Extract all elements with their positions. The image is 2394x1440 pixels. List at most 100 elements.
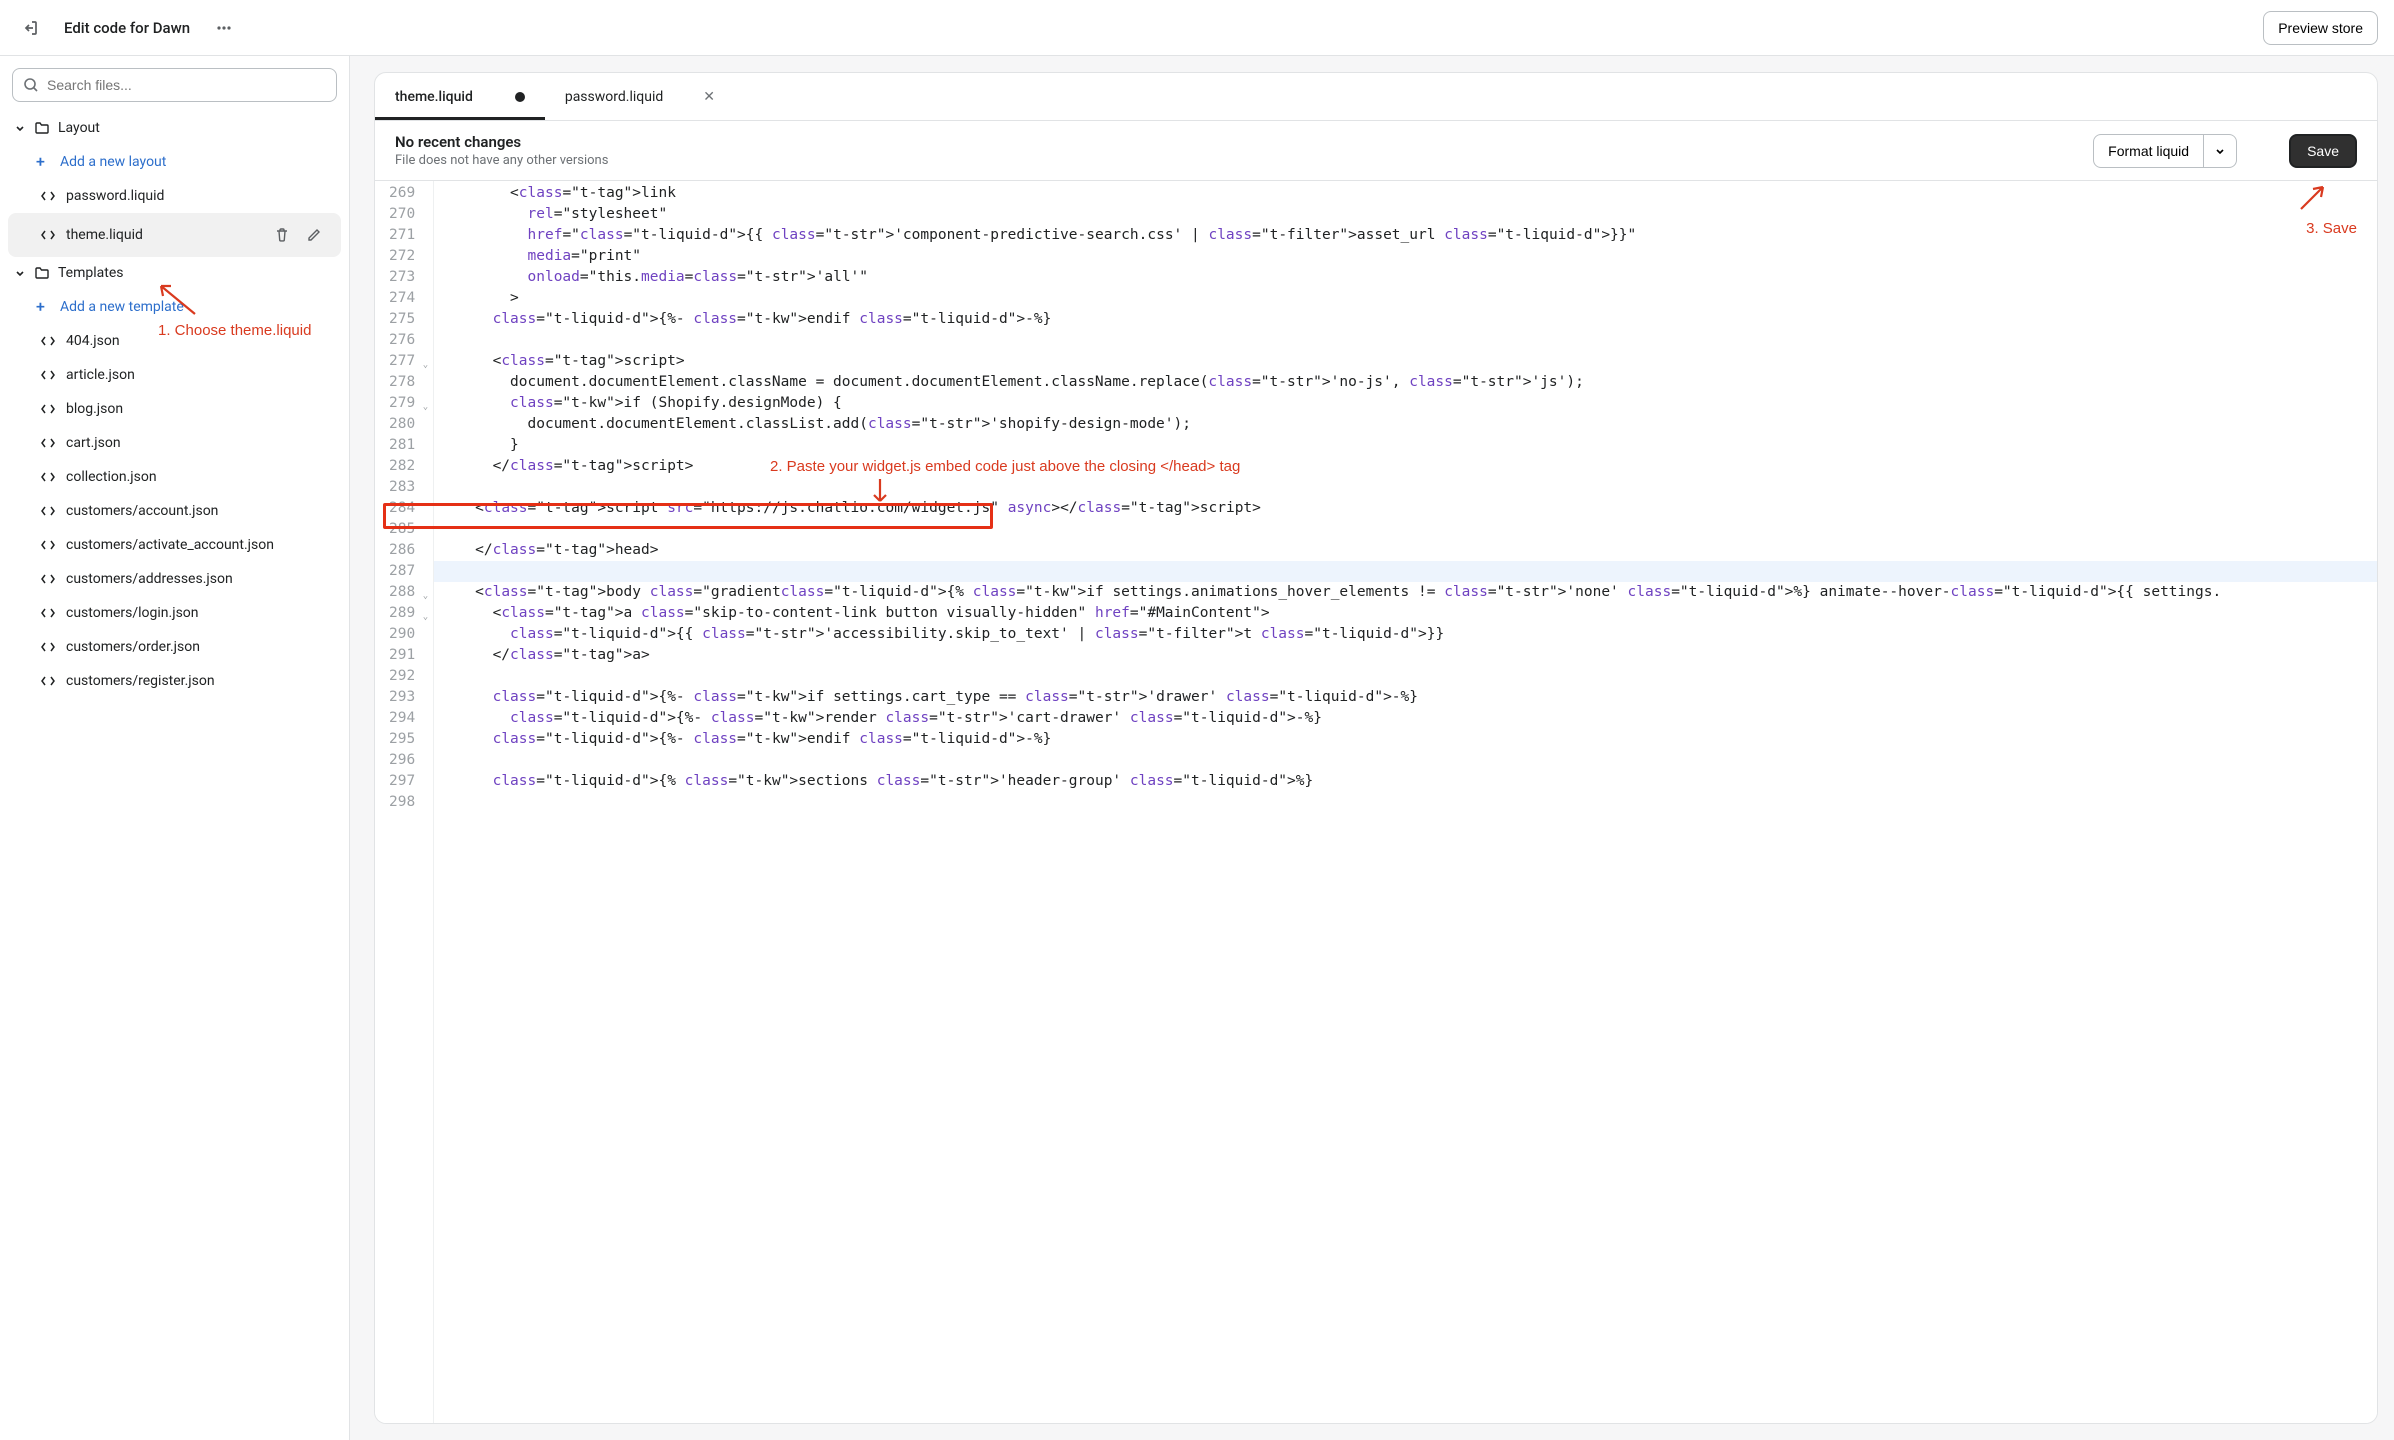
file-row[interactable]: 404.json bbox=[8, 324, 341, 358]
code-line[interactable]: <class="t-tag">link bbox=[434, 183, 2377, 204]
code-editor[interactable]: 269270271272273274275276277⌄278279⌄28028… bbox=[375, 181, 2377, 1423]
code-line[interactable]: class="t-liquid-d">{%- class="t-kw">endi… bbox=[434, 309, 2377, 330]
group-layout[interactable]: Layout bbox=[0, 112, 349, 144]
code-icon bbox=[40, 503, 56, 519]
code-icon bbox=[40, 188, 56, 204]
save-button[interactable]: Save bbox=[2289, 134, 2357, 168]
code-line[interactable]: rel="stylesheet" bbox=[434, 204, 2377, 225]
file-row[interactable]: customers/login.json bbox=[8, 596, 341, 630]
code-line[interactable]: class="t-liquid-d">{%- class="t-kw">endi… bbox=[434, 729, 2377, 750]
code-line[interactable] bbox=[434, 666, 2377, 687]
code-icon bbox=[40, 605, 56, 621]
file-row[interactable]: customers/activate_account.json bbox=[8, 528, 341, 562]
tab-label: theme.liquid bbox=[395, 89, 473, 105]
code-line[interactable]: } bbox=[434, 435, 2377, 456]
code-icon bbox=[40, 673, 56, 689]
code-line[interactable]: href="class="t-liquid-d">{{ class="t-str… bbox=[434, 225, 2377, 246]
group-label: Layout bbox=[58, 120, 100, 136]
group-templates[interactable]: Templates bbox=[0, 257, 349, 289]
file-row[interactable]: customers/order.json bbox=[8, 630, 341, 664]
code-line[interactable]: class="t-liquid-d">{{ class="t-str">'acc… bbox=[434, 624, 2377, 645]
file-row[interactable]: customers/register.json bbox=[8, 664, 341, 698]
topbar: Edit code for Dawn Preview store bbox=[0, 0, 2394, 56]
code-line[interactable] bbox=[434, 561, 2377, 582]
exit-icon[interactable] bbox=[16, 14, 44, 42]
group-label: Templates bbox=[58, 265, 124, 281]
code-icon bbox=[40, 571, 56, 587]
file-name: customers/account.json bbox=[66, 503, 218, 519]
dirty-indicator-icon bbox=[515, 92, 525, 102]
code-icon bbox=[40, 537, 56, 553]
file-name: customers/activate_account.json bbox=[66, 537, 274, 553]
code-line[interactable]: class="t-liquid-d">{%- class="t-kw">if s… bbox=[434, 687, 2377, 708]
more-icon[interactable] bbox=[210, 14, 238, 42]
code-line[interactable] bbox=[434, 792, 2377, 813]
file-name: customers/addresses.json bbox=[66, 571, 233, 587]
file-name: 404.json bbox=[66, 333, 120, 349]
file-row[interactable]: customers/account.json bbox=[8, 494, 341, 528]
plus-icon: + bbox=[36, 152, 50, 171]
file-name: password.liquid bbox=[66, 188, 164, 204]
code-line[interactable]: document.documentElement.className = doc… bbox=[434, 372, 2377, 393]
add-template-link[interactable]: + Add a new template bbox=[0, 289, 349, 324]
file-row[interactable]: password.liquid bbox=[8, 179, 341, 213]
code-line[interactable]: onload="this.media=class="t-str">'all'" bbox=[434, 267, 2377, 288]
code-line[interactable]: </class="t-tag">head> bbox=[434, 540, 2377, 561]
code-icon bbox=[40, 435, 56, 451]
format-liquid-button[interactable]: Format liquid bbox=[2093, 134, 2204, 168]
format-dropdown-button[interactable] bbox=[2204, 134, 2237, 168]
subheader: No recent changes File does not have any… bbox=[375, 121, 2377, 181]
subheader-note: File does not have any other versions bbox=[395, 153, 2081, 168]
preview-store-button[interactable]: Preview store bbox=[2263, 11, 2378, 45]
search-icon bbox=[23, 77, 39, 93]
code-line[interactable] bbox=[434, 330, 2377, 351]
code-icon bbox=[40, 401, 56, 417]
code-line[interactable]: class="t-liquid-d">{%- class="t-kw">rend… bbox=[434, 708, 2377, 729]
editor-panel: theme.liquid password.liquid ✕ No recent c… bbox=[374, 72, 2378, 1424]
code-line[interactable]: <class="t-tag">script src="https://js.ch… bbox=[434, 498, 2377, 519]
chevron-down-icon bbox=[2214, 145, 2226, 157]
file-name: collection.json bbox=[66, 469, 157, 485]
file-name: theme.liquid bbox=[66, 227, 143, 243]
file-row[interactable]: cart.json bbox=[8, 426, 341, 460]
tabs: theme.liquid password.liquid ✕ bbox=[375, 73, 2377, 121]
page-title: Edit code for Dawn bbox=[64, 19, 190, 37]
file-name: customers/login.json bbox=[66, 605, 199, 621]
code-line[interactable] bbox=[434, 477, 2377, 498]
code-icon bbox=[40, 333, 56, 349]
code-line[interactable]: class="t-liquid-d">{% class="t-kw">secti… bbox=[434, 771, 2377, 792]
tab-label: password.liquid bbox=[565, 89, 663, 105]
file-row[interactable]: blog.json bbox=[8, 392, 341, 426]
code-line[interactable] bbox=[434, 519, 2377, 540]
add-layout-link[interactable]: + Add a new layout bbox=[0, 144, 349, 179]
tab[interactable]: theme.liquid bbox=[375, 75, 545, 119]
code-line[interactable]: </class="t-tag">a> bbox=[434, 645, 2377, 666]
file-name: customers/order.json bbox=[66, 639, 200, 655]
file-row[interactable]: customers/addresses.json bbox=[8, 562, 341, 596]
code-line[interactable]: > bbox=[434, 288, 2377, 309]
chevron-down-icon bbox=[14, 267, 26, 279]
file-name: cart.json bbox=[66, 435, 121, 451]
code-icon bbox=[40, 639, 56, 655]
file-row[interactable]: article.json bbox=[8, 358, 341, 392]
tab[interactable]: password.liquid ✕ bbox=[545, 75, 735, 119]
close-icon[interactable]: ✕ bbox=[703, 89, 715, 105]
file-row[interactable]: theme.liquid bbox=[8, 213, 341, 257]
search-input[interactable] bbox=[12, 68, 337, 102]
chevron-down-icon bbox=[14, 122, 26, 134]
code-line[interactable]: <class="t-tag">body class="gradientclass… bbox=[434, 582, 2377, 603]
code-icon bbox=[40, 227, 56, 243]
code-line[interactable]: media="print" bbox=[434, 246, 2377, 267]
edit-icon[interactable] bbox=[301, 222, 327, 248]
code-line[interactable] bbox=[434, 750, 2377, 771]
delete-icon[interactable] bbox=[269, 222, 295, 248]
code-line[interactable]: </class="t-tag">script> bbox=[434, 456, 2377, 477]
code-line[interactable]: <class="t-tag">a class="skip-to-content-… bbox=[434, 603, 2377, 624]
code-line[interactable]: <class="t-tag">script> bbox=[434, 351, 2377, 372]
file-row[interactable]: collection.json bbox=[8, 460, 341, 494]
code-line[interactable]: class="t-kw">if (Shopify.designMode) { bbox=[434, 393, 2377, 414]
code-line[interactable]: document.documentElement.classList.add(c… bbox=[434, 414, 2377, 435]
search-field[interactable] bbox=[47, 77, 326, 93]
plus-icon: + bbox=[36, 297, 50, 316]
file-name: article.json bbox=[66, 367, 135, 383]
